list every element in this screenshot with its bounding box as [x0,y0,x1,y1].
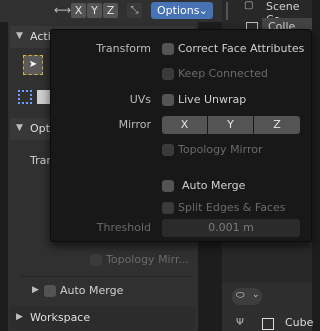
correct-face-attributes-label: Correct Face Attributes [178,42,305,55]
split-edges-faces-label: Split Edges & Faces [178,201,286,214]
divider [20,276,190,277]
filter-toggle-button[interactable]: ⬭ ⌄ [232,288,262,305]
uvs-section-label: UVs [129,93,151,106]
mirror-axis-icon: ⟷ [54,3,72,17]
select-mode-new-icon[interactable] [18,90,32,104]
snap-icon[interactable]: ⤡ [127,3,142,18]
toggle-icon: ⬭ [236,290,245,301]
auto-merge-label: Auto Merge [60,284,124,297]
split-edges-faces-checkbox[interactable] [162,202,174,214]
topology-mirror-checkbox[interactable] [90,254,102,266]
auto-merge-label: Auto Merge [182,179,246,192]
restrict-icon: Ψ [236,317,244,328]
chevron-down-icon: ⌄ [198,4,208,17]
mirror-y-button[interactable]: Y [208,116,253,134]
cube-label: Cube [285,316,314,329]
mirror-z-button[interactable]: Z [254,116,300,134]
mirror-x-toggle[interactable]: X [71,3,86,18]
options-dropdown-button[interactable]: Options ⌄ [151,2,213,19]
auto-merge-checkbox[interactable] [162,180,174,192]
threshold-input[interactable]: 0.001 m [162,219,300,237]
transform-section-label: Transform [96,42,151,55]
mirror-z-toggle[interactable]: Z [103,3,118,18]
workspace-panel-header[interactable]: ▶ Workspace [10,307,195,329]
options-button-label: Options [157,4,200,17]
topology-mirror-label: Topology Mirror [178,143,263,156]
chevron-right-icon: ▶ [16,312,23,322]
chevron-down-icon: ▼ [16,123,23,133]
chevron-down-icon: ▼ [16,31,23,41]
mirror-section-label: Mirror [118,118,151,131]
select-mode-extend-icon[interactable] [37,90,51,104]
chevron-down-icon: ⌄ [252,290,260,300]
workspace-label: Workspace [30,311,91,324]
live-unwrap-label: Live Unwrap [178,93,247,106]
threshold-label: Threshold [96,221,151,234]
active-tool-label: Acti [30,30,51,43]
mirror-x-button[interactable]: X [162,116,207,134]
correct-face-attributes-checkbox[interactable] [162,43,174,55]
topology-mirror-checkbox[interactable] [162,144,174,156]
live-unwrap-checkbox[interactable] [162,94,174,106]
keep-connected-label: Keep Connected [178,67,268,80]
topology-mirror-label: Topology Mirr... [106,253,189,266]
mirror-y-toggle[interactable]: Y [87,3,102,18]
scene-collection-icon: ▢ [244,0,254,11]
select-box-tool-icon[interactable]: ➤ [23,55,43,75]
options-popup: Transform Correct Face Attributes Keep C… [50,29,312,242]
auto-merge-checkbox[interactable] [44,285,56,297]
chevron-right-icon[interactable]: ▶ [32,285,39,295]
keep-connected-checkbox[interactable] [162,68,174,80]
panel-divider [226,2,228,20]
cube-object-icon [262,318,274,330]
